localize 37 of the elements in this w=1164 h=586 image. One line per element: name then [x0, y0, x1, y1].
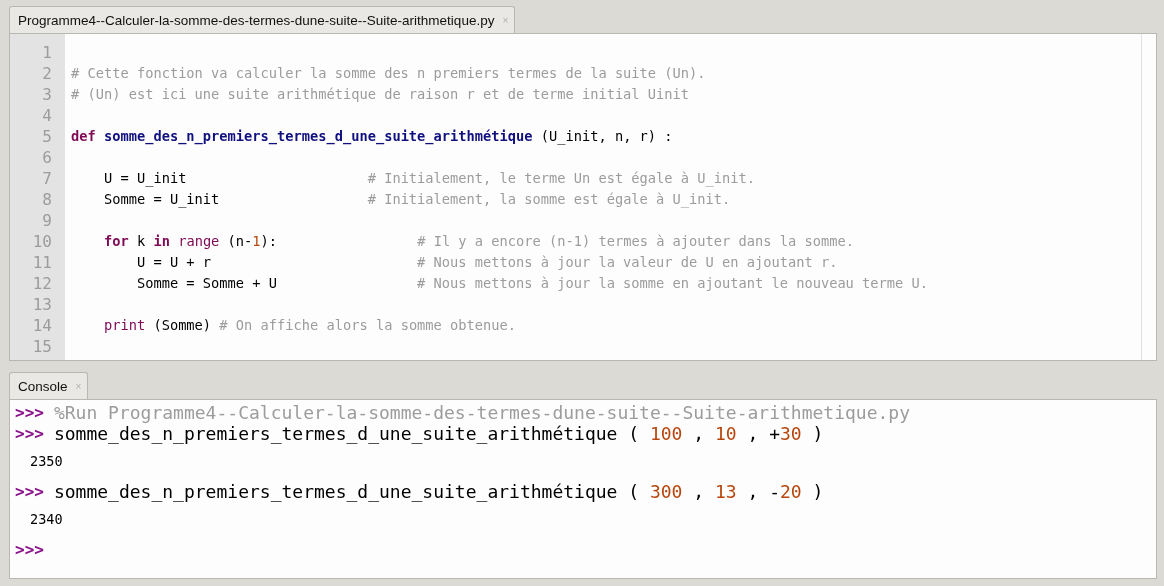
prompt: >>> [15, 539, 44, 560]
code-line: U = U + r # Nous mettons à jour la valeur de U en ajoutant r. [135, 254, 838, 270]
line-number: 4 [41, 105, 53, 126]
line-number: 10 [31, 231, 53, 252]
prompt: >>> [15, 402, 44, 423]
line-number: 14 [31, 315, 53, 336]
console-tab[interactable]: Console × [9, 372, 89, 399]
line-number: 11 [31, 252, 53, 273]
line-number: 15 [31, 336, 53, 357]
command-text: %Run Programme4--Calculer-la-somme-des-termes-dune-suite--Suite-arithmetique.py [53, 402, 911, 423]
prompt: >>> [15, 423, 44, 444]
command-text: somme_des_n_premiers_termes_d_une_suite_arithmétique ( 100 , 10 , +30 ) [53, 423, 824, 444]
command-text: somme_des_n_premiers_termes_d_une_suite_arithmétique ( 300 , 13 , -20 ) [53, 481, 824, 502]
line-number: 8 [41, 189, 53, 210]
editor-tab[interactable]: Programme4--Calculer-la-somme-des-termes-dune-suite--Suite-arithmetique.py × [9, 6, 516, 33]
code-line: U = U_init # Initialement, le terme Un est égale à U_init. [102, 170, 755, 186]
line-number: 9 [41, 210, 53, 231]
code-line: for k in range (n-1): # Il y a encore (n-1) termes à ajouter dans la somme. [102, 233, 854, 249]
code-line: print (Somme) # On affiche alors la somme obtenue. [102, 317, 516, 333]
line-number: 1 [41, 42, 53, 63]
line-number: 7 [41, 168, 53, 189]
line-number: 3 [41, 84, 53, 105]
console-output: 2340 [30, 511, 63, 527]
code-line: # (Un) est ici une suite arithmétique de raison r et de terme initial Uinit [71, 86, 690, 102]
line-number: 2 [41, 63, 53, 84]
code-editor[interactable] [9, 33, 1157, 361]
code-line: Somme = Somme + U # Nous mettons à jour la somme en ajoutant le nouveau terme U. [135, 275, 929, 291]
code-line: # Cette fonction va calculer la somme des n premiers termes de la suite (Un). [71, 65, 706, 81]
line-number: 13 [31, 294, 53, 315]
code-line: def somme_des_n_premiers_termes_d_une_suite_arithmétique (U_init, n, r) : [71, 128, 673, 144]
prompt: >>> [15, 481, 44, 502]
line-number: 12 [31, 273, 53, 294]
line-number: 5 [41, 126, 53, 147]
line-number: 6 [41, 147, 53, 168]
console-panel[interactable] [9, 399, 1157, 579]
console-output: 2350 [30, 453, 63, 469]
code-line: Somme = U_init # Initialement, la somme est égale à U_init. [102, 191, 731, 207]
